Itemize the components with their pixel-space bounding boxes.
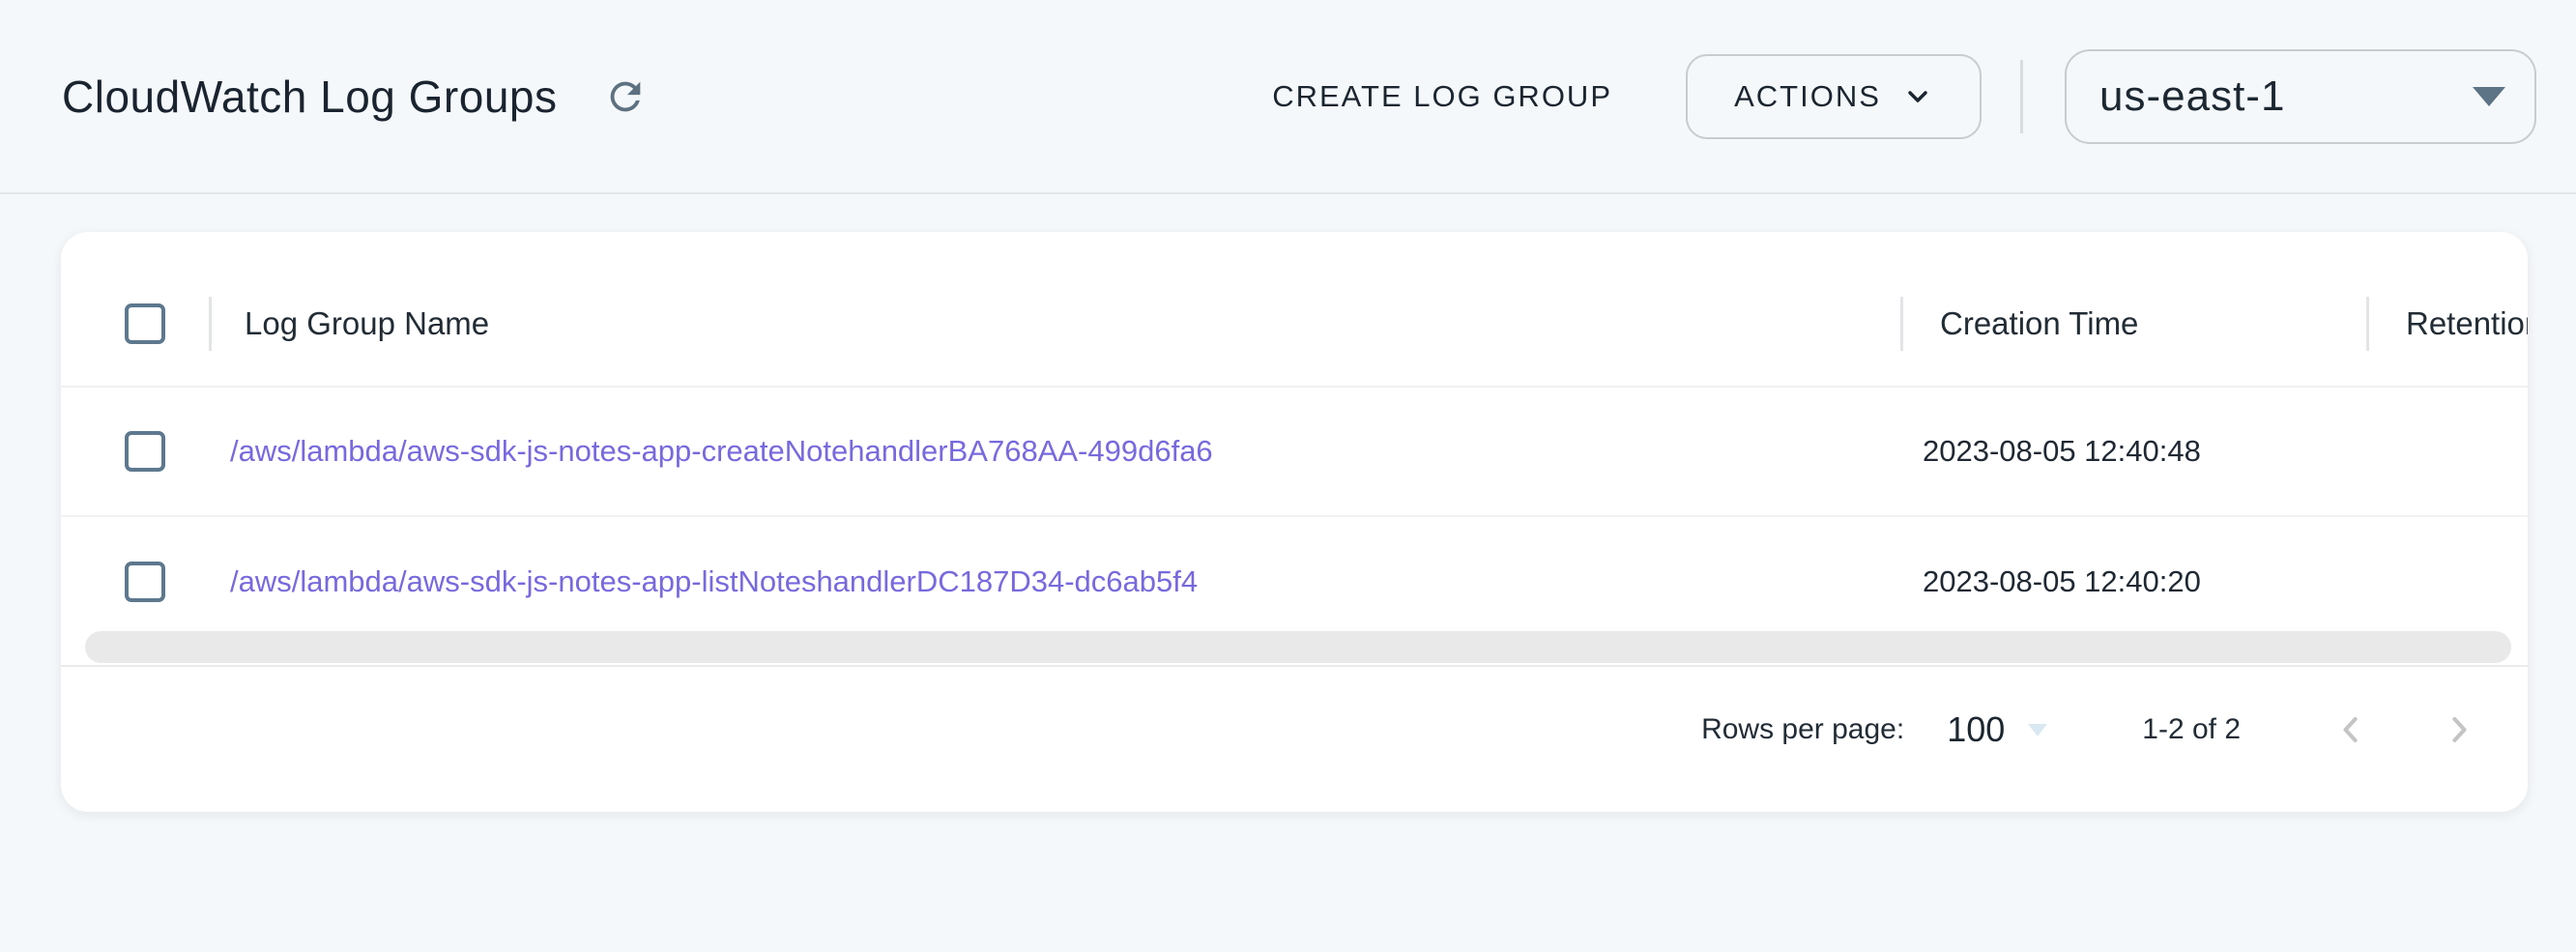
pagination-range-label: 1-2 of 2	[2142, 713, 2241, 746]
rows-per-page-label: Rows per page:	[1701, 713, 1904, 746]
table-row[interactable]: /aws/lambda/aws-sdk-js-notes-app-createN…	[61, 388, 2528, 517]
chevron-right-icon	[2438, 708, 2480, 751]
row-checkbox-cell	[61, 431, 209, 472]
actions-button-label: ACTIONS	[1734, 79, 1881, 114]
log-groups-card: Log Group Name Creation Time Retention /…	[61, 232, 2528, 812]
log-group-link[interactable]: /aws/lambda/aws-sdk-js-notes-app-listNot…	[230, 564, 1198, 598]
column-separator	[2366, 297, 2369, 351]
row-checkbox[interactable]	[125, 431, 165, 472]
refresh-button[interactable]	[600, 72, 651, 122]
column-header-label: Creation Time	[1940, 305, 2138, 342]
app-bar: CloudWatch Log Groups CREATE LOG GROUP A…	[0, 0, 2576, 194]
creation-time-value: 2023-08-05 12:40:20	[1923, 564, 2201, 598]
creation-time-cell: 2023-08-05 12:40:20	[1900, 564, 2366, 599]
creation-time-value: 2023-08-05 12:40:48	[1923, 434, 2201, 468]
header-cell-creation-time[interactable]: Creation Time	[1900, 297, 2366, 351]
refresh-icon	[603, 74, 648, 119]
row-checkbox-cell	[61, 562, 209, 602]
caret-down-icon	[2028, 724, 2047, 736]
header-cell-retention[interactable]: Retention	[2366, 297, 2528, 351]
log-group-link[interactable]: /aws/lambda/aws-sdk-js-notes-app-createN…	[230, 434, 1213, 468]
chevron-left-icon	[2330, 708, 2372, 751]
column-header-label: Log Group Name	[245, 305, 489, 342]
column-separator	[1900, 297, 1903, 351]
header-checkbox-cell	[61, 303, 209, 344]
caret-down-icon	[2473, 87, 2505, 106]
region-select[interactable]: us-east-1	[2065, 49, 2536, 144]
row-checkbox[interactable]	[125, 562, 165, 602]
log-group-name-cell: /aws/lambda/aws-sdk-js-notes-app-createN…	[209, 434, 1900, 469]
header-cell-name[interactable]: Log Group Name	[209, 297, 1900, 351]
previous-page-button[interactable]	[2330, 708, 2372, 751]
toolbar-divider	[2020, 60, 2023, 133]
rows-per-page-select[interactable]: 100	[1947, 709, 2047, 750]
table-row[interactable]: /aws/lambda/aws-sdk-js-notes-app-listNot…	[61, 517, 2528, 647]
horizontal-scrollbar[interactable]	[85, 631, 2511, 663]
actions-button[interactable]: ACTIONS	[1686, 54, 1982, 139]
pagination-footer: Rows per page: 100 1-2 of 2	[61, 665, 2528, 812]
chevron-down-icon	[1902, 81, 1933, 112]
creation-time-cell: 2023-08-05 12:40:48	[1900, 434, 2366, 469]
next-page-button[interactable]	[2438, 708, 2480, 751]
column-separator	[209, 297, 212, 351]
create-log-group-button[interactable]: CREATE LOG GROUP	[1272, 79, 1612, 114]
log-group-name-cell: /aws/lambda/aws-sdk-js-notes-app-listNot…	[209, 564, 1900, 599]
select-all-checkbox[interactable]	[125, 303, 165, 344]
table-header-row: Log Group Name Creation Time Retention	[61, 232, 2528, 388]
rows-per-page-value: 100	[1947, 709, 2005, 750]
region-select-value: us-east-1	[2099, 72, 2285, 121]
page-title: CloudWatch Log Groups	[62, 71, 558, 123]
column-header-label: Retention	[2406, 305, 2528, 342]
